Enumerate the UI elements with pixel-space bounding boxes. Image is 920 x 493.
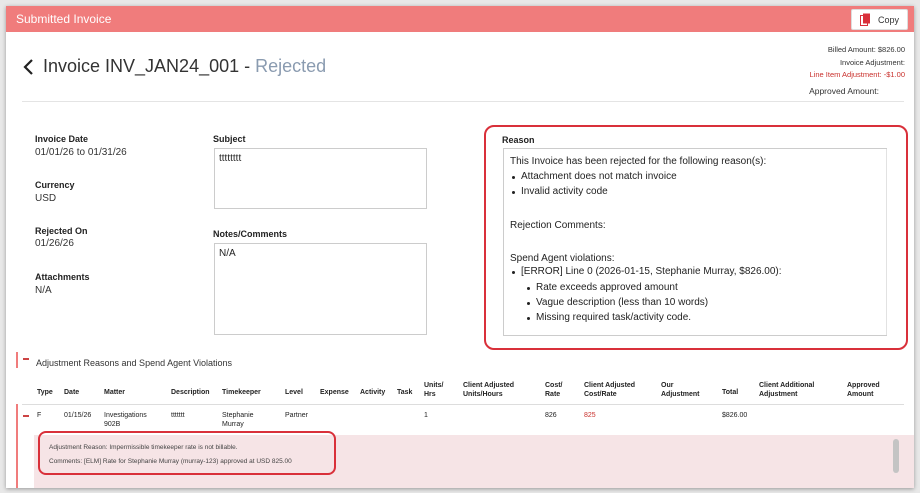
column-header: Activity bbox=[360, 389, 386, 396]
cell-type: F bbox=[37, 412, 42, 419]
column-header: Timekeeper bbox=[222, 389, 261, 396]
adjustment-reason: Adjustment Reason: Impermissible timekee… bbox=[49, 444, 238, 451]
adjustment-comments: Comments: [ELM] Rate for Stephanie Murra… bbox=[49, 458, 292, 465]
reason-item: Attachment does not match invoice bbox=[521, 171, 677, 182]
column-header: Type bbox=[37, 389, 53, 396]
column-header: Matter bbox=[104, 389, 126, 396]
column-header: Client Adjusted Cost/Rate bbox=[584, 382, 636, 398]
row-accent bbox=[16, 404, 18, 488]
column-header: Client Adjusted Units/Hours bbox=[463, 382, 515, 398]
amount-summary: Billed Amount: $826.00 Invoice Adjustmen… bbox=[810, 44, 905, 82]
invoice-date-value: 01/01/26 to 01/31/26 bbox=[35, 147, 127, 158]
panel-scrollbar-thumb[interactable] bbox=[893, 439, 899, 473]
currency-label: Currency bbox=[35, 180, 75, 190]
violation-detail: Missing required task/activity code. bbox=[536, 312, 692, 323]
violation-detail: Vague description (less than 10 words) bbox=[536, 297, 709, 308]
line-item-adjustment: Line Item Adjustment: -$1.00 bbox=[809, 70, 905, 79]
divider bbox=[22, 101, 904, 102]
table-divider bbox=[22, 404, 904, 405]
column-header: Our Adjustment bbox=[661, 382, 700, 398]
billed-amount: Billed Amount: $826.00 bbox=[827, 45, 905, 54]
window-title: Submitted Invoice bbox=[16, 12, 112, 26]
cell-cost-rate: 826 bbox=[545, 412, 557, 419]
bullet bbox=[527, 317, 530, 320]
column-header: Expense bbox=[320, 389, 349, 396]
currency-value: USD bbox=[35, 193, 57, 204]
column-header: Task bbox=[397, 389, 413, 396]
back-chevron-icon[interactable] bbox=[22, 58, 36, 76]
cell-description: ttttttt bbox=[171, 412, 185, 419]
cell-total: $826.00 bbox=[722, 412, 748, 419]
attachments-label: Attachments bbox=[35, 272, 90, 282]
invoice-date-label: Invoice Date bbox=[35, 134, 89, 144]
adjustment-highlight bbox=[38, 431, 336, 475]
subject-input[interactable]: tttttttt bbox=[214, 148, 427, 209]
row-collapse-icon[interactable] bbox=[23, 415, 29, 417]
copy-icon bbox=[860, 13, 870, 26]
invoice-name: Invoice INV_JAN24_001 bbox=[43, 56, 240, 76]
bullet bbox=[512, 191, 515, 194]
column-header: Approved Amount bbox=[847, 382, 880, 398]
reason-intro: This Invoice has been rejected for the f… bbox=[510, 156, 767, 167]
violation-line: [ERROR] Line 0 (2026-01-15, Stephanie Mu… bbox=[521, 266, 782, 277]
status-text: Rejected bbox=[255, 56, 327, 76]
cell-level: Partner bbox=[285, 412, 308, 419]
notes-textarea[interactable]: N/A bbox=[214, 243, 427, 335]
title-separator: - bbox=[239, 56, 256, 76]
column-header: Units/ Hrs bbox=[424, 382, 444, 398]
reason-item: Invalid activity code bbox=[521, 186, 608, 197]
cell-client-adjusted-rate[interactable]: 825 bbox=[584, 411, 596, 420]
notes-label: Notes/Comments bbox=[213, 229, 288, 239]
reason-scrollbar[interactable] bbox=[886, 149, 887, 335]
rejection-comments-label: Rejection Comments: bbox=[510, 220, 606, 231]
column-header: Client Additional Adjustment bbox=[759, 382, 815, 398]
collapse-icon[interactable] bbox=[23, 358, 29, 360]
cell-date: 01/15/26 bbox=[64, 412, 92, 419]
column-header: Total bbox=[722, 389, 739, 396]
page-title: Invoice INV_JAN24_001 - Rejected bbox=[43, 56, 326, 77]
copy-label: Copy bbox=[878, 15, 900, 25]
copy-button[interactable]: Copy bbox=[851, 9, 908, 30]
bullet bbox=[527, 287, 530, 290]
cell-units: 1 bbox=[424, 412, 428, 419]
subject-label: Subject bbox=[213, 134, 246, 144]
column-header: Date bbox=[64, 389, 80, 396]
column-header: Cost/ Rate bbox=[545, 382, 563, 398]
rejected-on-label: Rejected On bbox=[35, 226, 88, 236]
invoice-adjustment: Invoice Adjustment: bbox=[839, 57, 905, 67]
column-header: Description bbox=[171, 389, 210, 396]
approved-amount: Approved Amount: bbox=[809, 86, 879, 96]
bullet bbox=[512, 271, 515, 274]
violations-label: Spend Agent violations: bbox=[510, 253, 615, 264]
cell-timekeeper: Stephanie Murray bbox=[222, 412, 254, 428]
bullet bbox=[527, 302, 530, 305]
bullet bbox=[512, 176, 515, 179]
reason-label: Reason bbox=[502, 135, 535, 145]
rejected-on-value: 01/26/26 bbox=[35, 238, 74, 249]
cell-matter: Investigations 902B bbox=[104, 412, 147, 428]
title-bar: Submitted Invoice Copy bbox=[6, 6, 914, 32]
invoice-window: Submitted Invoice Copy Invoice INV_JAN24… bbox=[6, 6, 914, 488]
violation-detail: Rate exceeds approved amount bbox=[536, 282, 678, 293]
section-title: Adjustment Reasons and Spend Agent Viola… bbox=[36, 358, 232, 368]
section-accent bbox=[16, 352, 18, 368]
column-header: Level bbox=[285, 389, 303, 396]
attachments-value: N/A bbox=[35, 285, 52, 296]
